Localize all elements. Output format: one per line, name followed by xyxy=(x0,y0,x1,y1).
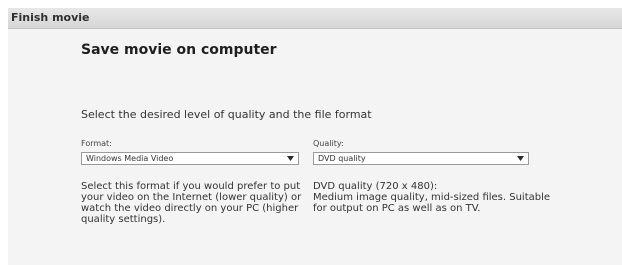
quality-description: DVD quality (720 x 480): Medium image qu… xyxy=(313,181,550,214)
quality-description-line: for output on PC as well as on TV. xyxy=(313,203,481,214)
format-dropdown[interactable]: Windows Media Video xyxy=(81,152,299,165)
quality-selected-value: DVD quality xyxy=(318,154,366,163)
format-description: Select this format if you would prefer t… xyxy=(81,181,301,225)
quality-description-line: DVD quality (720 x 480): xyxy=(313,181,438,192)
content-panel: Save movie on computer Select the desire… xyxy=(8,29,622,265)
quality-label: Quality: xyxy=(313,139,344,148)
instruction-text: Select the desired level of quality and … xyxy=(81,108,372,121)
quality-dropdown[interactable]: DVD quality xyxy=(313,152,529,165)
page-title: Save movie on computer xyxy=(81,42,277,58)
chevron-down-icon[interactable] xyxy=(516,153,525,164)
window-title: Finish movie xyxy=(11,11,90,24)
format-description-line: your video on the Internet (lower qualit… xyxy=(81,192,302,203)
finish-movie-window: Finish movie Save movie on computer Sele… xyxy=(0,0,622,265)
format-selected-value: Windows Media Video xyxy=(86,154,174,163)
format-description-line: quality settings). xyxy=(81,214,166,225)
quality-description-line: Medium image quality, mid-sized files. S… xyxy=(313,192,551,203)
format-description-line: watch the video directly on your PC (hig… xyxy=(81,203,299,214)
format-label: Format: xyxy=(81,139,112,148)
title-bar: Finish movie xyxy=(8,8,622,29)
format-description-line: Select this format if you would prefer t… xyxy=(81,181,301,192)
chevron-down-icon[interactable] xyxy=(286,153,295,164)
